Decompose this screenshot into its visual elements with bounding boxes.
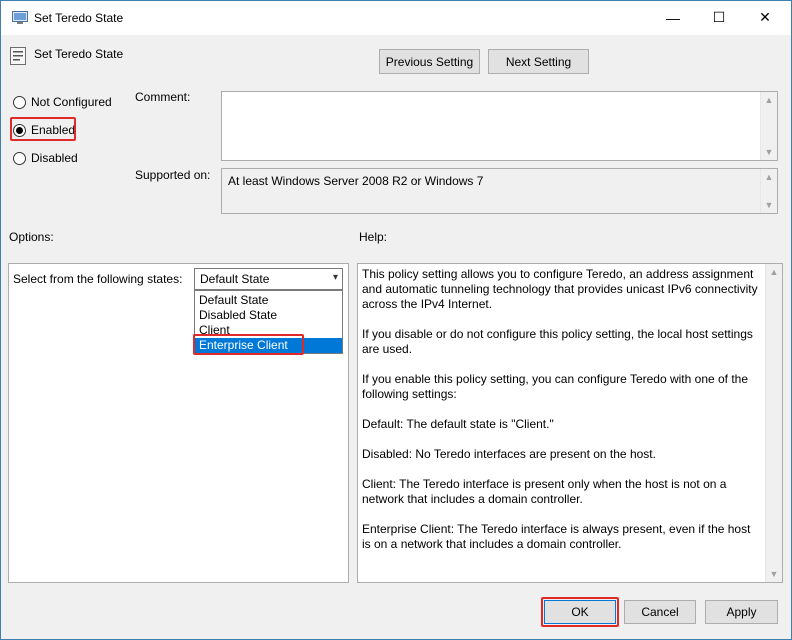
- supported-scrollbar[interactable]: ▲ ▼: [760, 169, 777, 213]
- comment-textbox[interactable]: ▲ ▼: [221, 91, 778, 161]
- supported-on-value: At least Windows Server 2008 R2 or Windo…: [228, 174, 484, 188]
- ok-highlight-outline: [541, 597, 619, 627]
- supported-on-label: Supported on:: [135, 168, 211, 182]
- state-combobox[interactable]: Default State ▾: [194, 268, 343, 290]
- dropdown-item-default-state[interactable]: Default State: [195, 293, 342, 308]
- scroll-down-icon[interactable]: ▼: [761, 144, 777, 160]
- maximize-icon: ☐: [712, 9, 726, 25]
- title-bar[interactable]: Set Teredo State — ☐ ✕: [1, 1, 791, 35]
- supported-on-box: At least Windows Server 2008 R2 or Windo…: [221, 168, 778, 214]
- minimize-button[interactable]: —: [650, 1, 696, 34]
- enabled-highlight-outline: [10, 117, 76, 141]
- radio-circle[interactable]: [13, 95, 26, 109]
- options-label: Options:: [9, 230, 54, 244]
- select-state-label: Select from the following states:: [13, 272, 183, 286]
- radio-disabled[interactable]: Disabled: [13, 150, 78, 166]
- scroll-down-icon[interactable]: ▼: [761, 197, 777, 213]
- help-paragraph: Disabled: No Teredo interfaces are prese…: [362, 447, 656, 461]
- comment-label: Comment:: [135, 90, 191, 104]
- previous-setting-button[interactable]: Previous Setting: [379, 49, 480, 74]
- help-scrollbar[interactable]: ▲ ▼: [765, 264, 782, 582]
- radio-label: Not Configured: [31, 95, 112, 109]
- scroll-up-icon[interactable]: ▲: [761, 169, 777, 185]
- help-paragraph: Client: The Teredo interface is present …: [362, 477, 727, 506]
- close-icon: ✕: [759, 9, 771, 25]
- policy-setting-icon: [10, 47, 26, 65]
- help-paragraph: Enterprise Client: The Teredo interface …: [362, 522, 751, 551]
- maximize-button[interactable]: ☐: [696, 1, 742, 34]
- enterprise-client-highlight-outline: [193, 334, 304, 355]
- window-title: Set Teredo State: [34, 11, 124, 25]
- scroll-down-icon[interactable]: ▼: [766, 566, 782, 582]
- combo-selected-value: Default State: [200, 272, 270, 286]
- policy-app-icon: [12, 11, 28, 24]
- scroll-up-icon[interactable]: ▲: [761, 92, 777, 108]
- help-paragraph: If you enable this policy setting, you c…: [362, 372, 749, 401]
- help-paragraph: If you disable or do not configure this …: [362, 327, 753, 356]
- help-text: This policy setting allows you to config…: [362, 267, 762, 567]
- minimize-icon: —: [666, 9, 680, 26]
- dropdown-item-disabled-state[interactable]: Disabled State: [195, 308, 342, 323]
- close-button[interactable]: ✕: [742, 1, 788, 34]
- radio-circle[interactable]: [13, 151, 26, 165]
- chevron-down-icon[interactable]: ▾: [333, 272, 338, 283]
- radio-label: Disabled: [31, 151, 78, 165]
- help-paragraph: This policy setting allows you to config…: [362, 267, 758, 311]
- help-label: Help:: [359, 230, 388, 244]
- radio-not-configured[interactable]: Not Configured: [13, 94, 112, 110]
- scroll-up-icon[interactable]: ▲: [766, 264, 782, 280]
- help-paragraph: Default: The default state is "Client.": [362, 417, 554, 431]
- comment-scrollbar[interactable]: ▲ ▼: [760, 92, 777, 160]
- policy-dialog-window: Set Teredo State — ☐ ✕ Set Teredo State …: [0, 0, 792, 640]
- policy-name: Set Teredo State: [34, 47, 124, 61]
- cancel-button[interactable]: Cancel: [624, 600, 696, 624]
- next-setting-button[interactable]: Next Setting: [488, 49, 589, 74]
- apply-button[interactable]: Apply: [705, 600, 778, 624]
